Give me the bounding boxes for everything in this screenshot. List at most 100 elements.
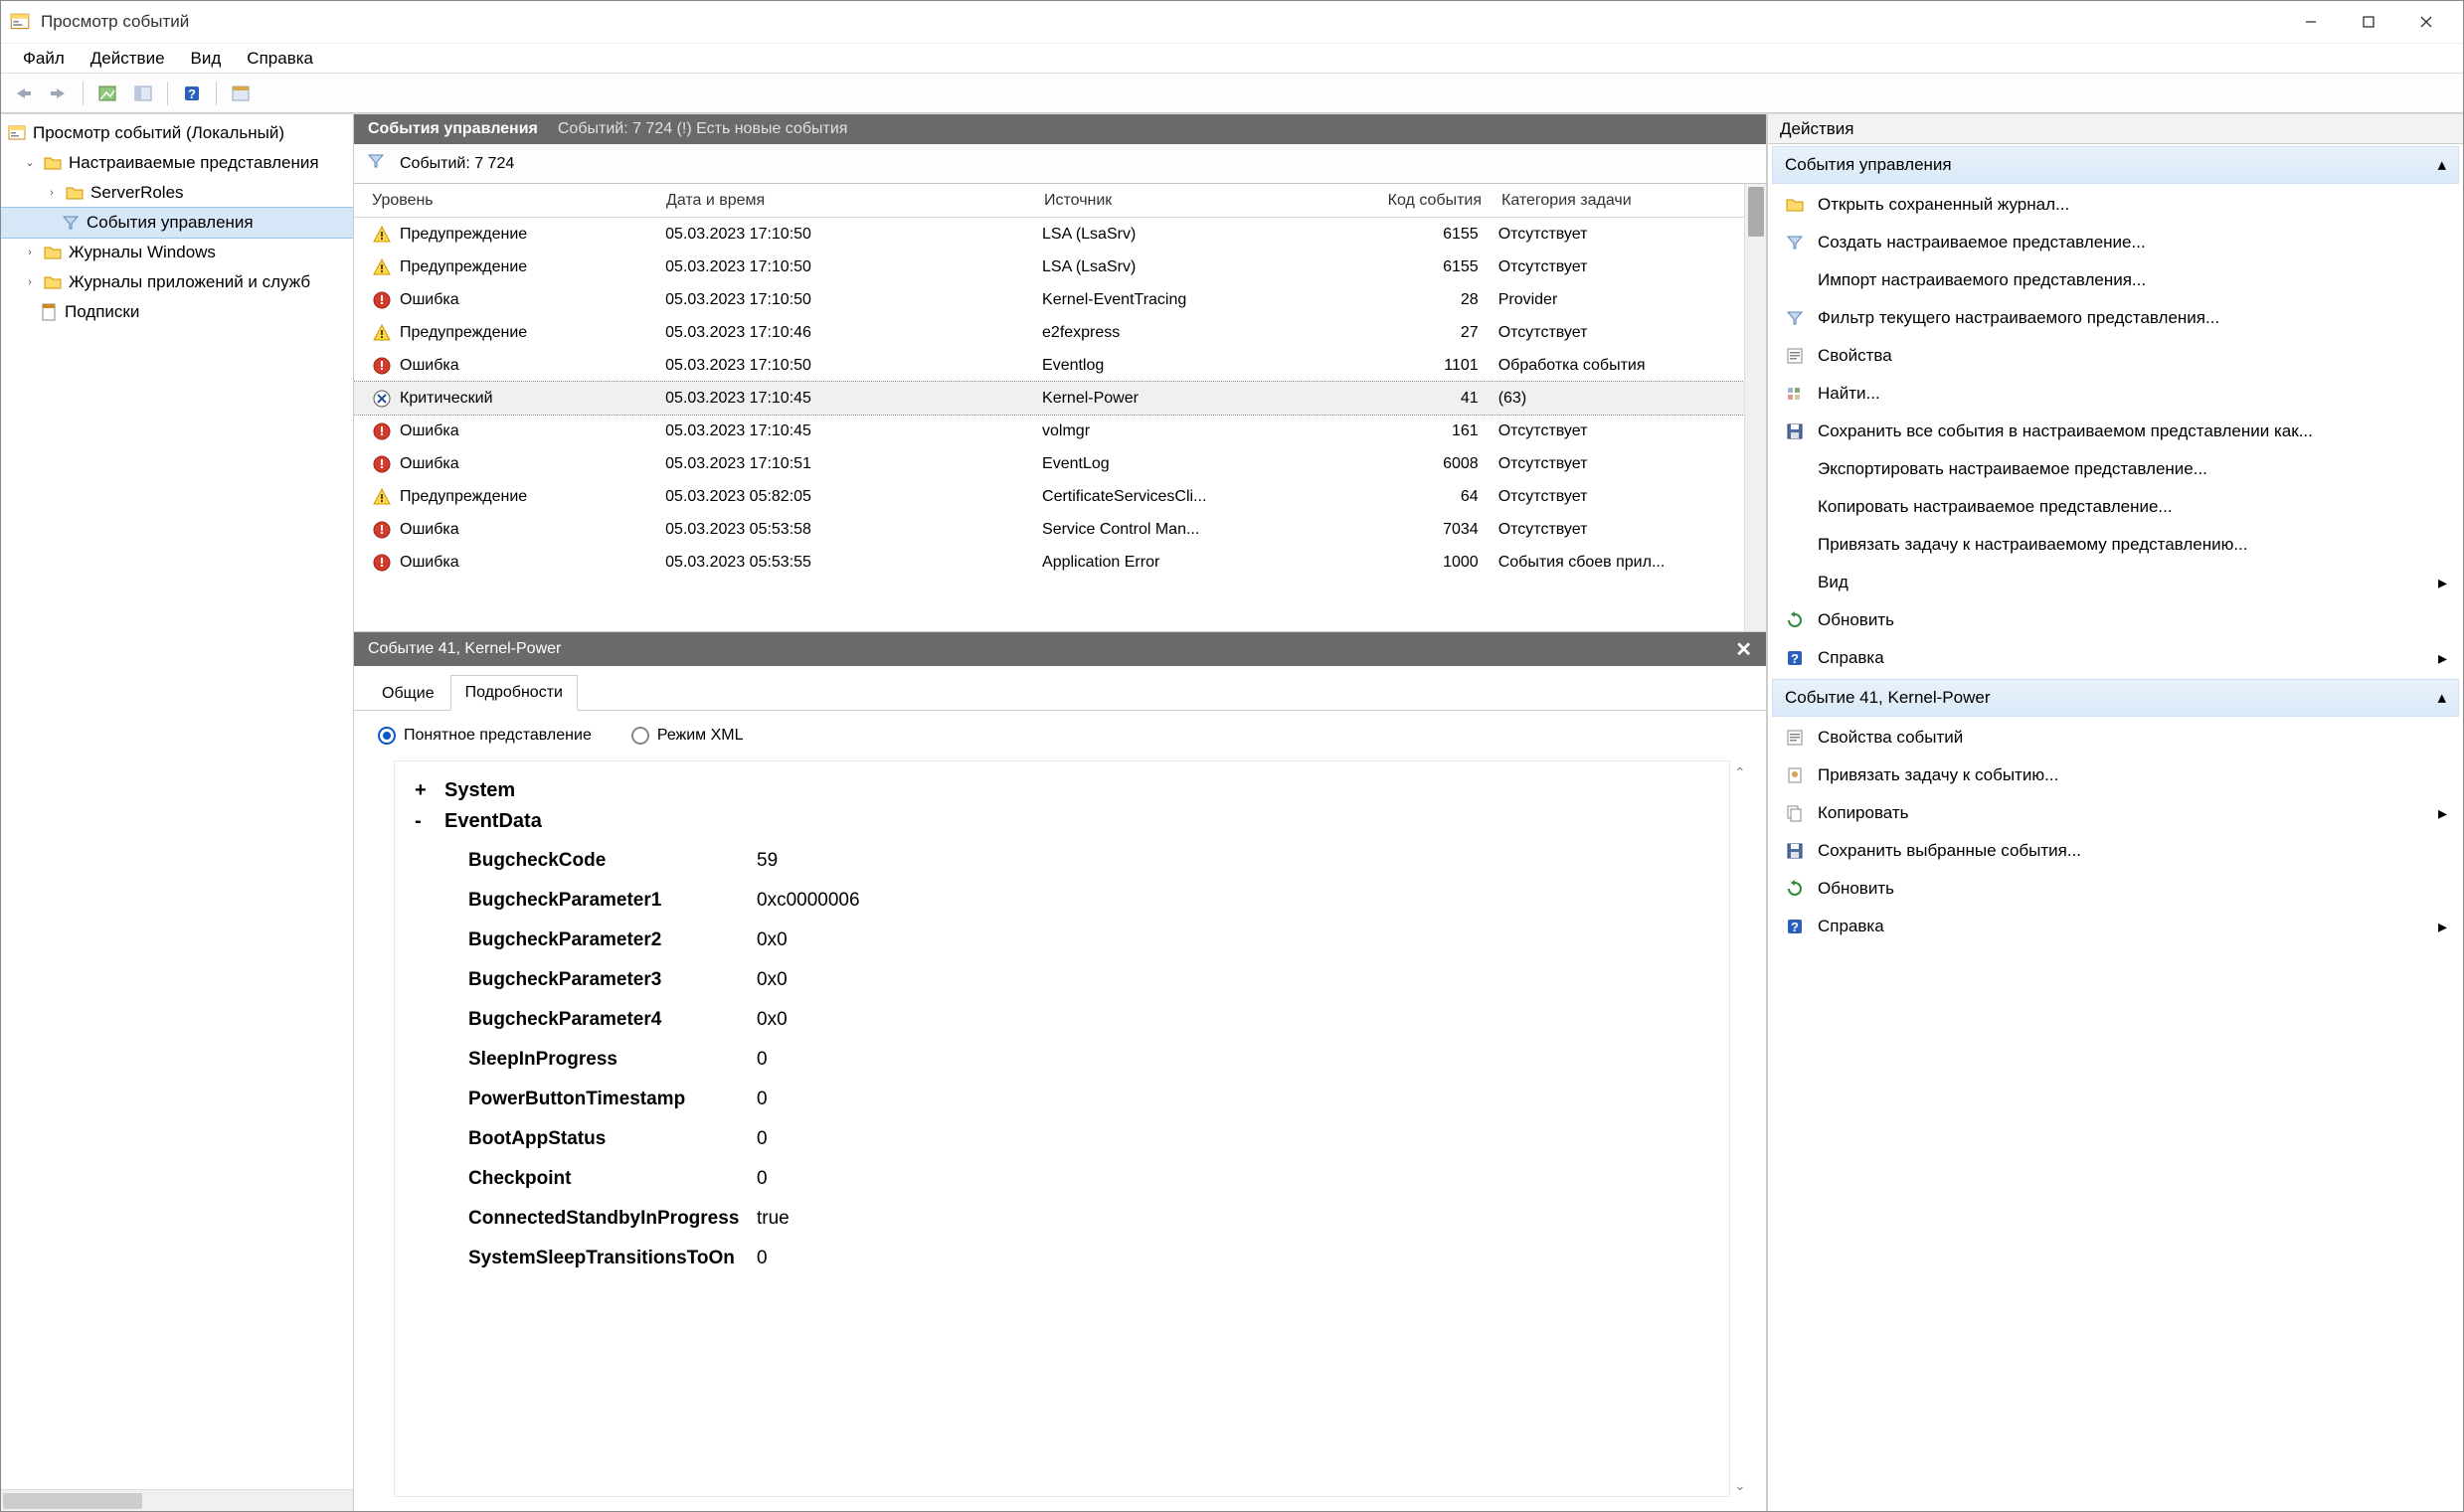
action-item[interactable]: Свойства [1772, 337, 2459, 375]
cell-date: 05.03.2023 05:53:55 [655, 552, 1032, 574]
folder-icon [43, 272, 63, 292]
actions-section-2-title[interactable]: Событие 41, Kernel-Power ▴ [1772, 679, 2459, 717]
toolbar-btn-2[interactable] [127, 79, 159, 108]
action-item[interactable]: Свойства событий [1772, 719, 2459, 756]
table-vscrollbar[interactable] [1744, 184, 1766, 631]
maximize-button[interactable] [2340, 2, 2397, 42]
table-row[interactable]: Ошибка05.03.2023 05:53:58Service Control… [354, 513, 1744, 546]
scrollbar-thumb[interactable] [3, 1493, 142, 1509]
tab-general[interactable]: Общие [368, 677, 448, 711]
tree-custom-views[interactable]: ⌄ Настраиваемые представления [1, 148, 353, 178]
folder-icon [43, 153, 63, 173]
actions-section-1-title[interactable]: События управления ▴ [1772, 146, 2459, 184]
action-item[interactable]: Обновить [1772, 870, 2459, 908]
props-icon [1784, 727, 1806, 749]
action-label: Сохранить все события в настраиваемом пр… [1818, 421, 2313, 441]
tree-expand-icon[interactable]: › [45, 186, 59, 200]
table-row[interactable]: Предупреждение05.03.2023 17:10:50LSA (Ls… [354, 218, 1744, 251]
table-row[interactable]: Ошибка05.03.2023 17:10:45volmgr161Отсутс… [354, 415, 1744, 447]
action-item[interactable]: Копировать настраиваемое представление..… [1772, 488, 2459, 526]
toolbar-separator [216, 82, 217, 105]
close-icon[interactable]: ✕ [1735, 637, 1752, 662]
table-row[interactable]: Ошибка05.03.2023 17:10:50Kernel-EventTra… [354, 283, 1744, 316]
action-item[interactable]: Копировать▸ [1772, 794, 2459, 832]
close-button[interactable] [2397, 2, 2455, 42]
collapse-icon[interactable]: ▴ [2437, 155, 2446, 175]
action-item[interactable]: Привязать задачу к событию... [1772, 756, 2459, 794]
col-source[interactable]: Источник [1034, 186, 1352, 216]
action-item[interactable]: Фильтр текущего настраиваемого представл… [1772, 299, 2459, 337]
table-row[interactable]: Предупреждение05.03.2023 05:82:05Certifi… [354, 480, 1744, 513]
collapse-icon[interactable]: ▴ [2437, 688, 2446, 708]
cell-date: 05.03.2023 05:82:05 [655, 486, 1032, 508]
tree-app-logs[interactable]: › Журналы приложений и служб [1, 267, 353, 297]
eventdata-key: PowerButtonTimestamp [468, 1080, 757, 1119]
table-row[interactable]: Предупреждение05.03.2023 17:10:46e2fexpr… [354, 316, 1744, 349]
menu-action[interactable]: Действие [79, 45, 177, 73]
action-item[interactable]: Вид▸ [1772, 564, 2459, 601]
action-label: Обновить [1818, 610, 1894, 630]
level-icon [372, 225, 392, 245]
minimize-button[interactable] [2282, 2, 2340, 42]
table-row[interactable]: Предупреждение05.03.2023 17:10:50LSA (Ls… [354, 251, 1744, 283]
action-item[interactable]: Сохранить выбранные события... [1772, 832, 2459, 870]
action-item[interactable]: Найти... [1772, 375, 2459, 413]
tree-subscriptions[interactable]: Подписки [1, 297, 353, 327]
radio-friendly[interactable]: Понятное представление [378, 727, 592, 745]
collapse-icon[interactable]: - [415, 810, 431, 833]
menu-file[interactable]: Файл [11, 45, 77, 73]
col-date[interactable]: Дата и время [656, 186, 1034, 216]
action-item[interactable]: Сохранить все события в настраиваемом пр… [1772, 413, 2459, 450]
scrollbar-thumb[interactable] [1748, 187, 1764, 237]
tree-root[interactable]: Просмотр событий (Локальный) [1, 118, 353, 148]
app-icon [9, 11, 31, 33]
table-row[interactable]: Критический05.03.2023 17:10:45Kernel-Pow… [354, 382, 1744, 415]
col-task[interactable]: Категория задачи [1492, 186, 1740, 216]
tree-expand-icon[interactable]: › [23, 275, 37, 289]
toolbar-help-button[interactable] [176, 79, 208, 108]
action-label: Обновить [1818, 879, 1894, 899]
scroll-down-icon[interactable]: ⌄ [1734, 1477, 1748, 1491]
table-row[interactable]: Ошибка05.03.2023 17:10:51EventLog6008Отс… [354, 447, 1744, 480]
tree-server-roles[interactable]: › ServerRoles [1, 178, 353, 208]
tree-events-mgmt[interactable]: События управления [1, 208, 353, 238]
system-node[interactable]: + System [415, 779, 1709, 802]
action-item[interactable]: Открыть сохраненный журнал... [1772, 186, 2459, 224]
cell-source: e2fexpress [1032, 322, 1349, 344]
scroll-up-icon[interactable]: ⌃ [1734, 764, 1748, 778]
table-row[interactable]: Ошибка05.03.2023 05:53:55Application Err… [354, 546, 1744, 579]
col-level[interactable]: Уровень [362, 186, 656, 216]
action-item[interactable]: Экспортировать настраиваемое представлен… [1772, 450, 2459, 488]
eventdata-row: PowerButtonTimestamp0 [468, 1080, 1709, 1119]
level-icon [372, 520, 392, 540]
eventdata-node[interactable]: - EventData [415, 810, 1709, 833]
toolbar-btn-1[interactable] [91, 79, 123, 108]
col-id[interactable]: Код события [1352, 186, 1492, 216]
expand-icon[interactable]: + [415, 779, 431, 802]
nav-back-button[interactable] [7, 79, 39, 108]
tree-collapse-icon[interactable]: ⌄ [23, 156, 37, 170]
radio-xml[interactable]: Режим XML [631, 727, 744, 745]
action-item[interactable]: Импорт настраиваемого представления... [1772, 261, 2459, 299]
cell-source: CertificateServicesCli... [1032, 486, 1349, 508]
toolbar-btn-3[interactable] [225, 79, 257, 108]
table-row[interactable]: Ошибка05.03.2023 17:10:50Eventlog1101Обр… [354, 349, 1744, 382]
tree-expand-icon[interactable]: › [23, 246, 37, 259]
tree-hscrollbar[interactable] [1, 1489, 353, 1511]
copy-icon [1784, 802, 1806, 824]
menu-view[interactable]: Вид [179, 45, 234, 73]
action-item[interactable]: Обновить [1772, 601, 2459, 639]
action-item[interactable]: Справка▸ [1772, 639, 2459, 677]
tab-details[interactable]: Подробности [450, 675, 578, 711]
eventdata-value: 0x0 [757, 1000, 788, 1040]
detail-vscrollbar[interactable]: ⌃ ⌄ [1730, 760, 1752, 1497]
action-item[interactable]: Создать настраиваемое представление... [1772, 224, 2459, 261]
menu-help[interactable]: Справка [235, 45, 325, 73]
tree-windows-logs-label: Журналы Windows [69, 240, 216, 265]
action-item[interactable]: Справка▸ [1772, 908, 2459, 945]
action-item[interactable]: Привязать задачу к настраиваемому предст… [1772, 526, 2459, 564]
eventdata-key: SystemSleepTransitionsToOn [468, 1239, 757, 1278]
nav-forward-button[interactable] [43, 79, 75, 108]
tree-windows-logs[interactable]: › Журналы Windows [1, 238, 353, 267]
filter-icon[interactable] [366, 151, 386, 176]
